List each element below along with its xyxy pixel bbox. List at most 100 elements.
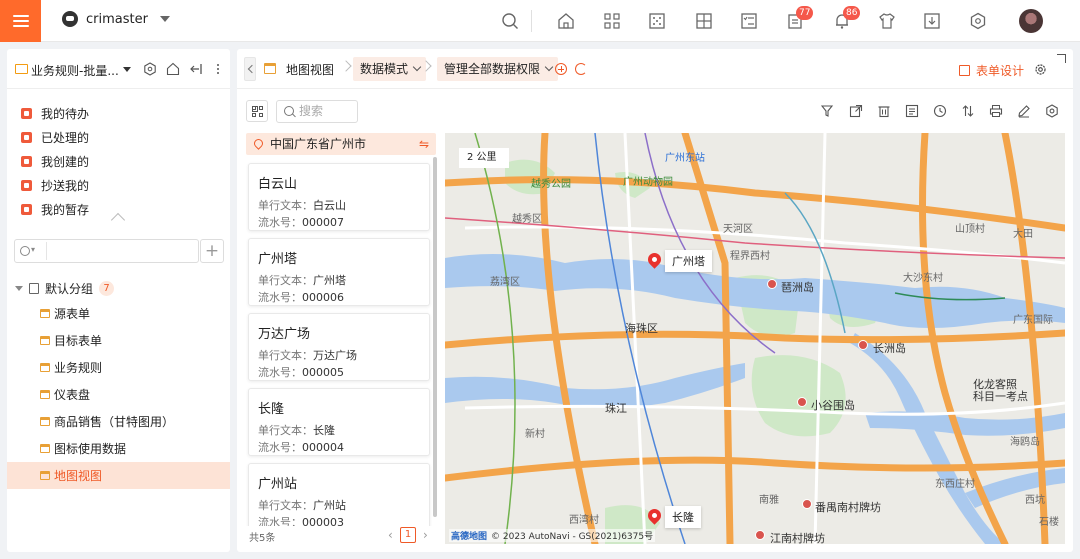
bell-icon[interactable]: 86 — [833, 6, 861, 30]
field-label: 流水号： — [258, 516, 302, 526]
home-icon[interactable] — [557, 12, 575, 30]
tree-item-product-sales[interactable]: 商品销售（甘特图用） — [7, 408, 230, 435]
sidebar-search-input[interactable] — [14, 239, 199, 263]
map-scale: 2 公里 — [459, 148, 509, 168]
map-poi[interactable] — [858, 340, 868, 350]
collapse-sidebar-icon[interactable] — [189, 62, 203, 76]
map-canvas[interactable]: 2 公里 越秀公园 广州东站 广州动物园 越秀区 天河区 程界西村 荔湾区 海珠… — [445, 133, 1065, 544]
map-poi[interactable] — [802, 499, 812, 509]
add-item-button[interactable]: + — [200, 239, 224, 263]
map-label: 小谷围岛 — [811, 399, 855, 412]
field-label: 单行文本： — [258, 274, 313, 287]
record-card[interactable]: 白云山 单行文本：白云山 流水号：000007 — [248, 163, 430, 231]
tab-map-view[interactable]: 地图视图 — [286, 61, 334, 78]
tree-item-map-view[interactable]: 地图视图 — [7, 462, 230, 489]
home-icon[interactable] — [166, 62, 180, 76]
settings-icon[interactable] — [143, 62, 157, 76]
print-icon[interactable] — [989, 104, 1003, 118]
tree-item-source-form[interactable]: 源表单 — [7, 300, 230, 327]
more-vertical-icon[interactable] — [211, 62, 225, 76]
search-input[interactable]: 搜索 — [276, 100, 358, 123]
edit-icon[interactable] — [1017, 104, 1031, 118]
card-title: 广州塔 — [258, 252, 298, 267]
map-label: 程界西村 — [730, 251, 770, 262]
sort-icon[interactable] — [961, 104, 975, 118]
download-icon[interactable] — [923, 12, 941, 30]
total-count: 共5条 — [249, 533, 276, 544]
task-notification-icon[interactable]: 77 — [786, 6, 814, 30]
map-poi[interactable] — [767, 279, 777, 289]
record-card[interactable]: 广州站 单行文本：广州站 流水号：000003 — [248, 463, 430, 526]
current-page-button[interactable]: 1 — [400, 527, 416, 543]
history-icon[interactable] — [933, 104, 947, 118]
list-icon[interactable] — [905, 104, 919, 118]
hamburger-menu-button[interactable] — [0, 0, 41, 42]
quick-item-drafts[interactable]: 我的暂存 — [21, 197, 89, 221]
switch-location-icon[interactable]: ⇋ — [419, 133, 429, 155]
field-value: 广州塔 — [313, 274, 346, 287]
sidebar-header: 业务规则-批量... — [7, 49, 230, 89]
calendar-icon — [40, 336, 50, 345]
tree-item-icon-data[interactable]: 图标使用数据 — [7, 435, 230, 462]
map-label: 东西庄村 — [935, 479, 975, 490]
divider — [46, 242, 47, 260]
quick-item-created[interactable]: 我创建的 — [21, 149, 89, 173]
location-filter-bar[interactable]: 中国广东省广州市 ⇋ — [246, 133, 436, 155]
workspace-switcher[interactable]: crimaster — [62, 11, 170, 27]
chevron-up-icon[interactable] — [110, 212, 126, 228]
quick-item-cc[interactable]: 抄送我的 — [21, 173, 89, 197]
grid-view-toggle[interactable] — [246, 100, 268, 122]
record-card[interactable]: 长隆 单行文本：长隆 流水号：000004 — [248, 388, 430, 456]
hexagon-settings-icon[interactable] — [969, 12, 987, 30]
record-card[interactable]: 万达广场 单行文本：万达广场 流水号：000005 — [248, 313, 430, 381]
list-scrollbar[interactable] — [433, 157, 437, 517]
next-page-button[interactable]: › — [423, 528, 428, 542]
map-poi[interactable] — [797, 397, 807, 407]
gear-icon[interactable] — [1045, 104, 1059, 118]
group-default[interactable]: 默认分组 7 — [15, 278, 115, 298]
form-design-label: 表单设计 — [976, 64, 1025, 78]
search-icon[interactable] — [501, 12, 519, 30]
permission-dropdown[interactable]: 管理全部数据权限 — [437, 57, 559, 81]
map-label: 广东国际 — [1013, 315, 1053, 326]
layout-icon[interactable] — [695, 12, 713, 30]
quick-item-todo[interactable]: 我的待办 — [21, 101, 89, 125]
gear-icon[interactable] — [1034, 63, 1047, 76]
card-text-field: 单行文本：白云山 — [258, 197, 429, 214]
field-value: 广州站 — [313, 499, 346, 512]
tree-item-business-rules[interactable]: 业务规则 — [7, 354, 230, 381]
refresh-icon[interactable] — [575, 63, 587, 75]
shirt-icon[interactable] — [878, 12, 896, 30]
tree-item-label: 仪表盘 — [54, 388, 91, 402]
trash-icon[interactable] — [877, 104, 891, 118]
quick-item-processed[interactable]: 已处理的 — [21, 125, 89, 149]
send-icon — [21, 179, 32, 191]
open-external-icon[interactable] — [849, 104, 863, 118]
fullscreen-icon[interactable] — [1057, 54, 1066, 63]
quick-item-label: 我的待办 — [41, 106, 90, 121]
form-design-button[interactable]: 表单设计 — [959, 62, 1024, 79]
checklist-icon[interactable] — [740, 12, 758, 30]
prev-page-button[interactable]: ‹ — [388, 528, 393, 542]
apps-grid-icon[interactable] — [603, 12, 621, 30]
map-poi[interactable] — [755, 530, 765, 540]
tab-scroll-left-button[interactable] — [244, 57, 256, 81]
data-mode-dropdown[interactable]: 数据模式 — [353, 57, 427, 81]
map-provider-logo: 高德地图 — [451, 532, 488, 542]
tree-item-target-form[interactable]: 目标表单 — [7, 327, 230, 354]
map-label: 荔湾区 — [490, 277, 520, 288]
dice-icon[interactable] — [648, 12, 666, 30]
chevron-down-icon[interactable] — [123, 67, 131, 72]
marker-label: 广州塔 — [665, 250, 712, 272]
search-icon[interactable] — [20, 245, 42, 259]
record-card[interactable]: 广州塔 单行文本：广州塔 流水号：000006 — [248, 238, 430, 306]
tree-item-dashboard[interactable]: 仪表盘 — [7, 381, 230, 408]
filter-icon[interactable] — [821, 104, 835, 118]
chevron-down-icon — [159, 16, 170, 22]
sidebar-app-title[interactable]: 业务规则-批量... — [31, 62, 119, 79]
user-avatar[interactable] — [1019, 9, 1043, 33]
dropdown-label: 管理全部数据权限 — [444, 62, 541, 76]
map-label: 海鸥岛 — [1010, 437, 1040, 448]
add-view-icon[interactable] — [555, 63, 567, 75]
card-serial-field: 流水号：000007 — [258, 214, 429, 231]
